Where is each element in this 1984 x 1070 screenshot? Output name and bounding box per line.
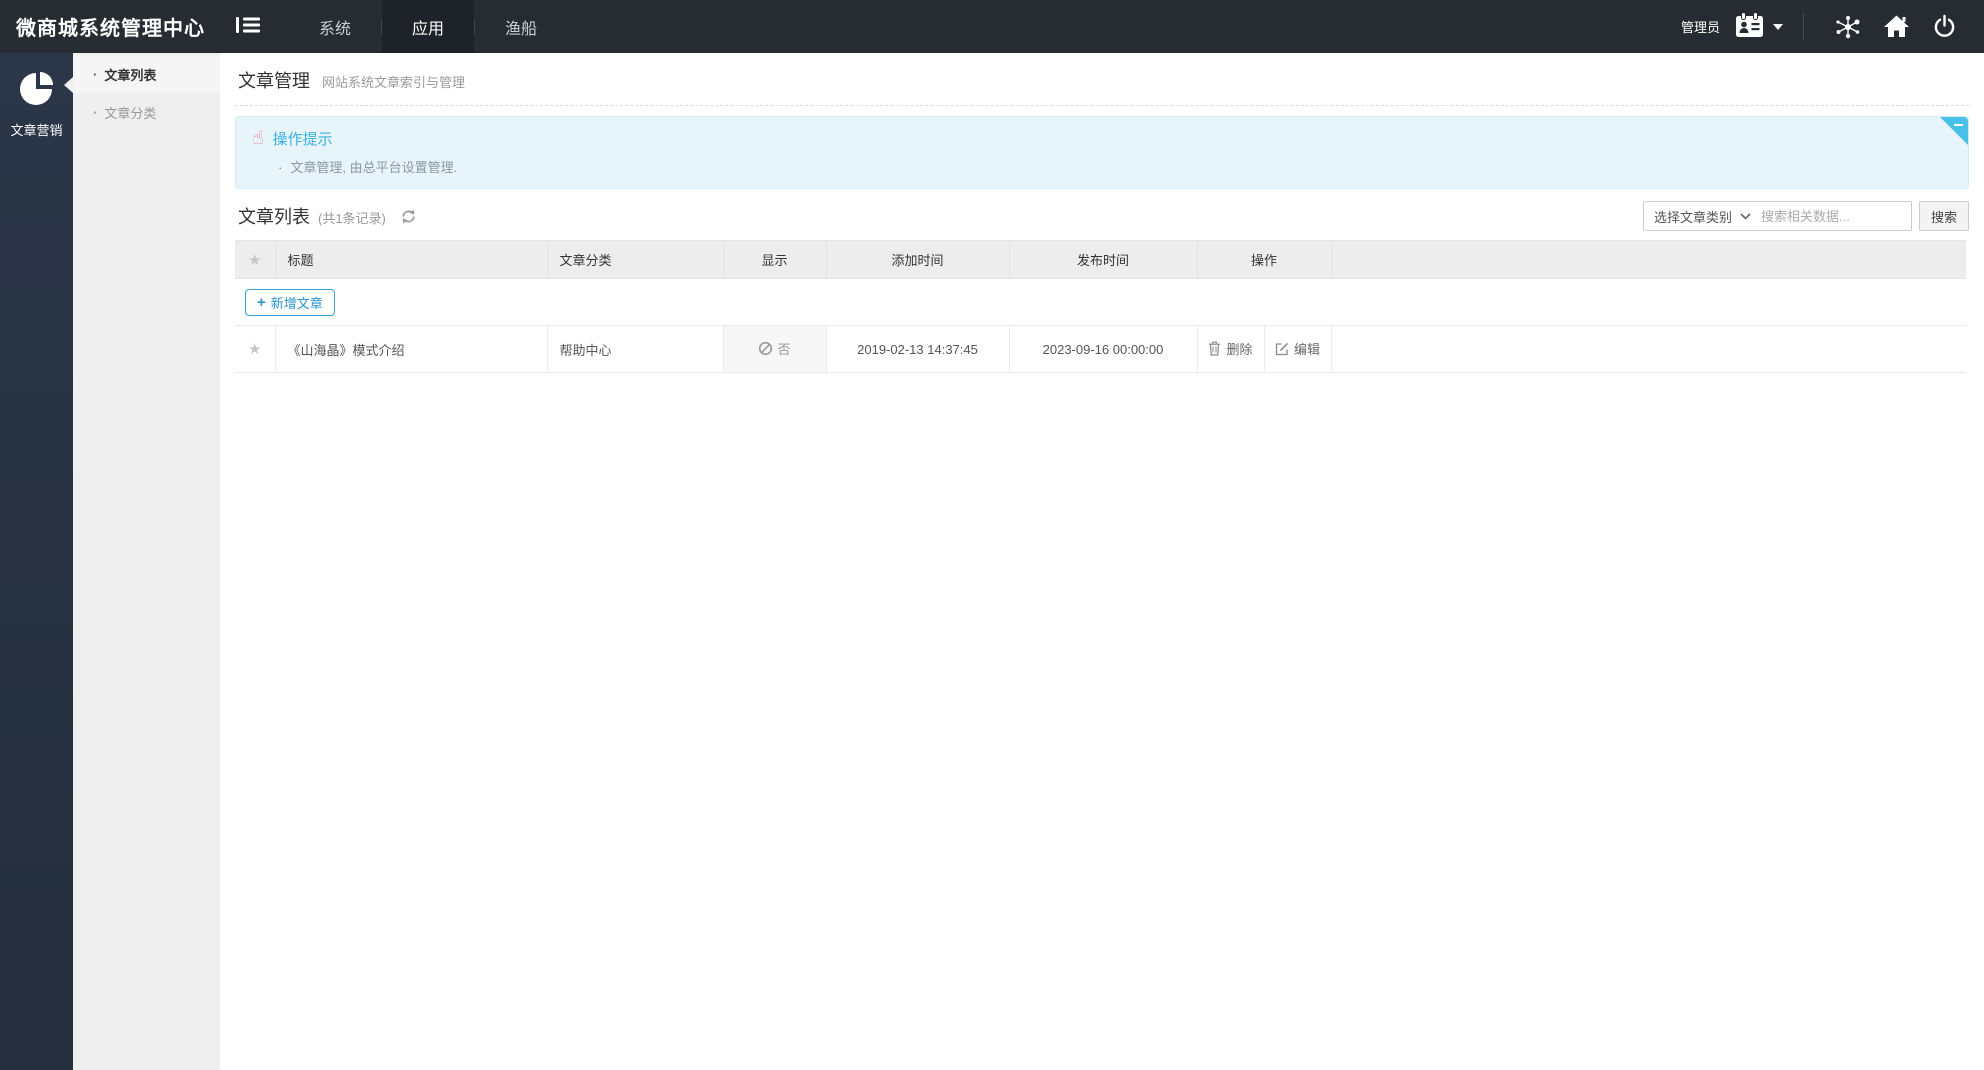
trash-icon <box>1209 341 1221 356</box>
refresh-icon <box>402 209 415 223</box>
edit-label: 编辑 <box>1294 342 1321 358</box>
home-icon <box>1883 15 1909 37</box>
star-icon: ★ <box>248 340 262 358</box>
topnav-item-app[interactable]: 应用 <box>382 0 475 53</box>
column-title: 标题 <box>275 240 548 279</box>
sidebar-submenu: · 文章列表 · 文章分类 <box>73 53 220 1070</box>
network-icon <box>1836 15 1860 38</box>
top-navigation: 系统 应用 渔船 <box>289 0 567 53</box>
topbar-divider <box>1803 12 1804 41</box>
page-body: 文章营销 · 文章列表 · 文章分类 文章管理 网站系统文章索引与管理 ☝ 操作… <box>0 53 1984 1070</box>
list-title: 文章列表 <box>238 207 310 227</box>
sidebar-item-article-category[interactable]: · 文章分类 <box>73 93 220 131</box>
record-count: (共1条记录) <box>318 211 386 226</box>
column-added-time: 添加时间 <box>826 240 1010 279</box>
row-empty-cell <box>1331 325 1966 373</box>
power-icon <box>1934 14 1954 37</box>
add-article-button[interactable]: + 新增文章 <box>245 289 335 316</box>
caret-down-icon <box>1773 23 1783 30</box>
column-visible: 显示 <box>723 240 827 279</box>
module-label: 文章营销 <box>10 123 63 138</box>
pie-chart-icon <box>17 69 57 112</box>
article-table: ★ 标题 文章分类 显示 添加时间 发布时间 操作 + 新增文章 ★ 《山海晶》… <box>235 240 1966 373</box>
column-publish-time: 发布时间 <box>1009 240 1198 279</box>
network-shortcut-button[interactable] <box>1824 14 1872 40</box>
topnav-item-system[interactable]: 系统 <box>289 0 381 53</box>
app-title: 微商城系统管理中心 <box>16 18 205 40</box>
sidebar-toggle-button[interactable] <box>221 0 275 53</box>
row-edit-cell: 编辑 <box>1264 325 1332 373</box>
account-menu-button[interactable] <box>1734 11 1783 42</box>
article-category-select[interactable]: 选择文章类别 <box>1644 202 1761 230</box>
row-category-cell: 帮助中心 <box>547 325 724 373</box>
delete-button[interactable]: 删除 <box>1208 339 1253 358</box>
header-divider <box>235 105 1969 106</box>
list-toolbar: 文章列表 (共1条记录) 选择文章类别 搜索相关数据... 搜索 <box>235 199 1969 233</box>
list-title-group: 文章列表 (共1条记录) <box>235 203 417 229</box>
refresh-button[interactable] <box>400 208 417 225</box>
notice-title-row: ☝ 操作提示 <box>252 128 1952 149</box>
module-rail: 文章营销 <box>0 53 73 1070</box>
main-content: 文章管理 网站系统文章索引与管理 ☝ 操作提示 · 文章管理, 由总平台设置管理.… <box>220 53 1984 1070</box>
menu-icon <box>235 15 261 38</box>
star-icon: ★ <box>248 250 262 269</box>
search-group: 选择文章类别 <box>1642 201 1912 231</box>
edit-button[interactable]: 编辑 <box>1275 339 1320 358</box>
delete-label: 删除 <box>1226 342 1253 357</box>
notice-title: 操作提示 <box>272 131 333 148</box>
notice-text: 文章管理, 由总平台设置管理. <box>290 160 458 175</box>
minus-icon <box>1954 124 1963 126</box>
column-empty <box>1331 240 1966 279</box>
page-title: 文章管理 <box>238 71 310 91</box>
item-bullet: · <box>93 66 98 82</box>
row-publish-time-cell: 2023-09-16 00:00:00 <box>1009 325 1198 373</box>
operation-tips-panel: ☝ 操作提示 · 文章管理, 由总平台设置管理. <box>235 116 1969 189</box>
row-title-cell: 《山海晶》模式介绍 <box>275 325 548 373</box>
row-added-time-cell: 2019-02-13 14:37:45 <box>826 325 1010 373</box>
sidebar-item-label: 文章分类 <box>104 105 157 121</box>
chevron-down-icon <box>1740 212 1751 220</box>
add-article-label: 新增文章 <box>270 296 323 311</box>
row-star-cell[interactable]: ★ <box>235 325 276 373</box>
circle-slash-icon <box>759 341 773 356</box>
topbar-right: 管理员 <box>1681 0 1984 53</box>
sidebar-item-article-list[interactable]: · 文章列表 <box>73 55 220 93</box>
page-subtitle: 网站系统文章索引与管理 <box>322 75 466 90</box>
notice-bullet: · <box>278 160 283 175</box>
home-button[interactable] <box>1872 14 1920 39</box>
module-article-marketing[interactable]: 文章营销 <box>0 53 73 139</box>
column-category: 文章分类 <box>547 240 724 279</box>
hand-pointer-icon: ☝ <box>252 127 264 149</box>
column-operations: 操作 <box>1197 240 1332 279</box>
row-visible-cell: 否 <box>723 325 827 373</box>
column-star: ★ <box>235 240 276 279</box>
search-filters: 选择文章类别 搜索 <box>1642 201 1969 231</box>
plus-icon: + <box>257 294 266 311</box>
page-header: 文章管理 网站系统文章索引与管理 <box>220 53 1984 97</box>
table-header-row: ★ 标题 文章分类 显示 添加时间 发布时间 操作 <box>235 240 1966 279</box>
select-value: 选择文章类别 <box>1653 209 1732 225</box>
add-article-row: + 新增文章 <box>235 278 1966 326</box>
row-delete-cell: 删除 <box>1197 325 1265 373</box>
item-bullet: · <box>93 104 98 120</box>
logout-button[interactable] <box>1920 14 1968 39</box>
search-input[interactable] <box>1760 203 1911 229</box>
table-row: ★ 《山海晶》模式介绍 帮助中心 否 2019-02-13 14:37:45 2… <box>235 325 1966 373</box>
active-module-arrow <box>64 77 73 93</box>
topnav-item-fishing-boat[interactable]: 渔船 <box>475 0 567 53</box>
topbar: 微商城系统管理中心 系统 应用 渔船 管理员 <box>0 0 1984 53</box>
visible-value: 否 <box>777 342 791 357</box>
id-card-icon <box>1734 11 1765 42</box>
current-user-label: 管理员 <box>1680 20 1720 35</box>
notice-collapse-button[interactable] <box>1940 117 1968 145</box>
search-button[interactable]: 搜索 <box>1918 201 1969 231</box>
notice-line: · 文章管理, 由总平台设置管理. <box>252 157 1952 176</box>
sidebar-item-label: 文章列表 <box>104 67 157 83</box>
edit-icon <box>1275 342 1289 355</box>
